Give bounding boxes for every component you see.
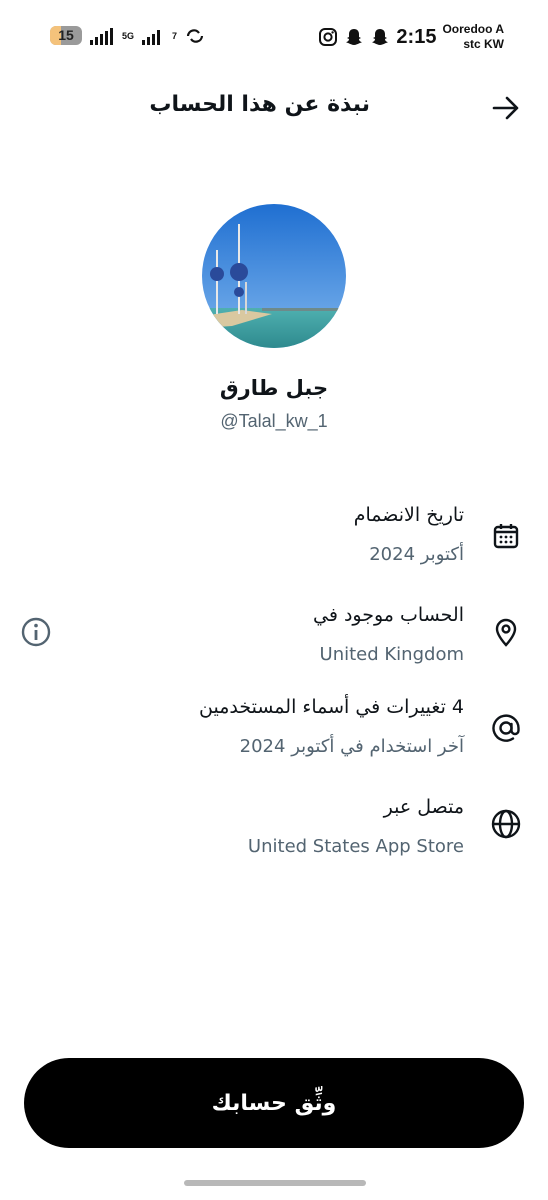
- detail-label: متصل عبر: [383, 796, 464, 818]
- signal-index: 7: [172, 30, 178, 41]
- network-type: 5G: [122, 30, 135, 41]
- instagram-icon: [319, 28, 338, 46]
- detail-value: United States App Store: [247, 836, 464, 857]
- detail-label: الحساب موجود في: [313, 604, 464, 626]
- at-sign-icon: [492, 714, 520, 742]
- display-name: جبل طارق: [219, 376, 329, 400]
- carrier-names: Ooredoo A stc KW: [442, 22, 504, 52]
- detail-row-joined: تاريخ الانضمام أكتوبر 2024: [0, 500, 548, 580]
- verify-account-button[interactable]: وثِّق حسابك: [24, 1058, 524, 1148]
- header: نبذة عن هذا الحساب: [0, 80, 548, 136]
- status-bar: 15 5G 7 2:15 Ooredoo A stc KW: [0, 0, 548, 72]
- page-title: نبذة عن هذا الحساب: [149, 92, 370, 117]
- signal-icon: [90, 27, 113, 45]
- avatar-image: [202, 204, 346, 348]
- detail-label: تاريخ الانضمام: [353, 504, 464, 526]
- snapchat-icon-2: [372, 29, 389, 45]
- battery-indicator: 15: [50, 26, 82, 45]
- detail-row-location: الحساب موجود في United Kingdom: [0, 600, 548, 680]
- detail-value: آخر استخدام في أكتوبر 2024: [239, 736, 464, 757]
- info-icon[interactable]: [20, 616, 52, 648]
- status-left: 15 5G 7: [50, 26, 205, 45]
- detail-label: 4 تغييرات في أسماء المستخدمين: [199, 696, 464, 718]
- calendar-icon: [493, 524, 519, 549]
- clock: 2:15: [396, 25, 437, 48]
- globe-icon: [491, 809, 521, 839]
- carrier-1: Ooredoo A: [442, 22, 504, 36]
- sync-icon: [186, 28, 204, 43]
- location-pin-icon: [495, 618, 517, 647]
- detail-row-connected-via: متصل عبر United States App Store: [0, 792, 548, 872]
- carrier-2: stc KW: [463, 37, 504, 51]
- home-indicator[interactable]: [184, 1180, 366, 1186]
- detail-value: أكتوبر 2024: [369, 544, 464, 565]
- detail-value: United Kingdom: [319, 644, 464, 665]
- avatar[interactable]: [202, 204, 346, 348]
- arrow-right-icon[interactable]: [490, 92, 522, 124]
- signal-icon-2: [142, 29, 161, 45]
- snapchat-icon: [346, 29, 363, 45]
- detail-row-username-changes: 4 تغييرات في أسماء المستخدمين آخر استخدا…: [0, 692, 548, 772]
- battery-level: 15: [58, 27, 74, 43]
- status-right: 2:15 Ooredoo A stc KW: [318, 22, 504, 52]
- user-handle: @Talal_kw_1: [220, 411, 328, 431]
